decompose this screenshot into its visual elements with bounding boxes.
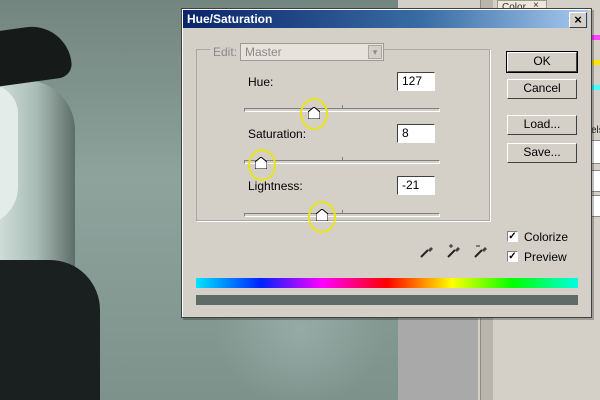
saturation-label: Saturation: — [248, 127, 307, 141]
colorize-label: Colorize — [524, 230, 569, 244]
dialog-title: Hue/Saturation — [187, 12, 273, 26]
edit-select[interactable]: Master ▾ — [240, 43, 384, 61]
eyedropper-plus-icon[interactable] — [446, 243, 462, 259]
lightness-center-tick — [342, 210, 343, 214]
lightness-highlight-circle — [308, 201, 336, 233]
lightness-input[interactable]: -21 — [397, 176, 435, 195]
dialog-titlebar[interactable]: Hue/Saturation × — [183, 10, 588, 28]
save-button[interactable]: Save... — [507, 143, 577, 163]
saturation-highlight-circle — [248, 149, 276, 181]
saturation-input[interactable]: 8 — [397, 124, 435, 143]
adjustment-group — [196, 49, 490, 221]
eyedropper-icon[interactable] — [419, 243, 435, 259]
palette-side-label: els — [591, 125, 600, 136]
hue-highlight-circle — [300, 98, 328, 130]
colorize-checkbox[interactable]: ✓ — [507, 231, 518, 242]
lightness-label: Lightness: — [248, 179, 303, 193]
adjusted-color-bar — [196, 295, 578, 305]
preview-checkbox[interactable]: ✓ — [507, 251, 518, 262]
photo-coat — [0, 260, 100, 400]
hue-spectrum-bar — [196, 278, 578, 288]
hue-center-tick — [342, 105, 343, 109]
hue-label: Hue: — [248, 75, 274, 89]
hue-saturation-dialog: Hue/Saturation × Edit: Master ▾ Hue: 127… — [181, 8, 592, 318]
edit-label: Edit: — [210, 45, 241, 59]
close-button[interactable]: × — [569, 12, 587, 28]
chevron-down-icon[interactable]: ▾ — [368, 45, 382, 59]
load-button[interactable]: Load... — [507, 115, 577, 135]
saturation-center-tick — [342, 157, 343, 161]
edit-select-value: Master — [245, 45, 282, 59]
hue-input[interactable]: 127 — [397, 72, 435, 91]
cancel-button[interactable]: Cancel — [507, 79, 577, 99]
preview-label: Preview — [524, 250, 567, 264]
ok-button[interactable]: OK — [506, 51, 578, 73]
eyedropper-minus-icon[interactable] — [473, 243, 489, 259]
